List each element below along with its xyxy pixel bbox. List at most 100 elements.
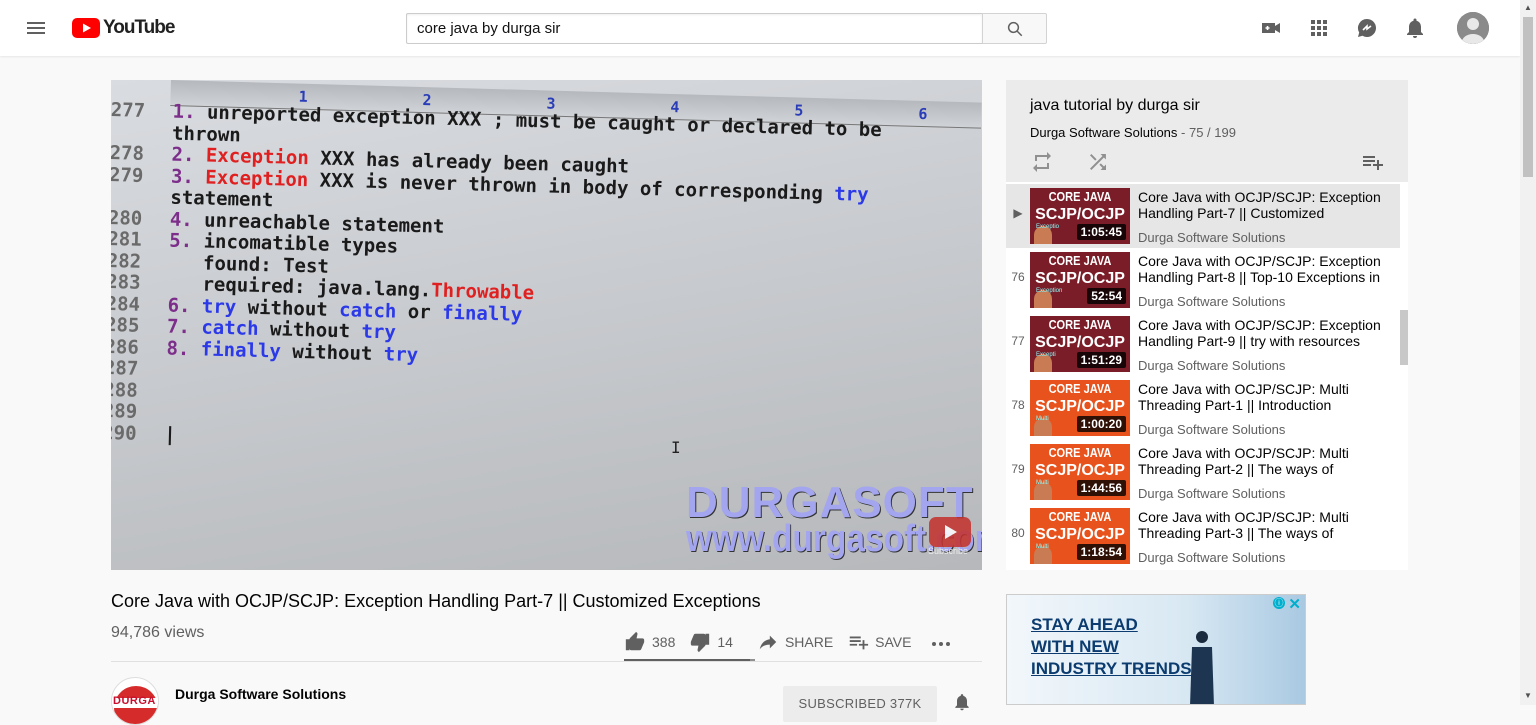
line-number: 283 bbox=[111, 270, 141, 294]
code-listing: 277 1. unreported exception XXX ; must be… bbox=[111, 99, 982, 467]
playlist-video-channel: Durga Software Solutions bbox=[1138, 230, 1286, 245]
like-count: 388 bbox=[652, 634, 676, 650]
playlist-items: ▶ CORE JAVA SCJP/OCJP Exceptio 1:05:45 Core J… bbox=[1006, 184, 1400, 568]
thumbnail-heading: CORE JAVA bbox=[1048, 445, 1112, 460]
playlist-item[interactable]: 77 CORE JAVA SCJP/OCJP Excepti 1:51:29 Core J… bbox=[1006, 312, 1400, 376]
playlist-item[interactable]: 78 CORE JAVA SCJP/OCJP Multi 1:00:20 Core Jav… bbox=[1006, 376, 1400, 440]
playlist-add-icon[interactable] bbox=[1360, 150, 1384, 174]
ad-line-2: WITH NEW bbox=[1031, 637, 1119, 656]
thumbnail-heading: CORE JAVA bbox=[1048, 381, 1112, 396]
code-token: 3. bbox=[170, 165, 206, 188]
code-token: finally bbox=[441, 301, 523, 326]
playlist-scroll-thumb[interactable] bbox=[1400, 310, 1408, 365]
page-scrollbar[interactable]: ▲ ▼ bbox=[1520, 0, 1536, 705]
messages-icon[interactable] bbox=[1355, 16, 1379, 40]
like-button[interactable]: 388 bbox=[624, 631, 675, 653]
thumbnail-tag: Multi bbox=[1036, 480, 1049, 486]
video-player[interactable]: 123456 277 1. unreported exception XXX ; … bbox=[111, 80, 982, 570]
video-thumbnail[interactable]: CORE JAVA SCJP/OCJP Multi 1:18:54 bbox=[1030, 508, 1130, 564]
line-number: 282 bbox=[111, 249, 142, 273]
playlist-video-title[interactable]: Core Java with OCJP/SCJP: Multi Threadin… bbox=[1138, 381, 1390, 413]
search-icon bbox=[1007, 21, 1022, 36]
video-duration: 1:44:56 bbox=[1076, 480, 1126, 496]
code-token: thrown bbox=[171, 122, 242, 146]
thumbnail-subheading: SCJP/OCJP bbox=[1035, 398, 1125, 415]
thumbnail-tag: Multi bbox=[1036, 416, 1049, 422]
playlist-index: 77 bbox=[1011, 334, 1025, 348]
ad-info-icon[interactable]: ⓘ bbox=[1273, 597, 1285, 609]
playlist-video-title[interactable]: Core Java with OCJP/SCJP: Multi Threadin… bbox=[1138, 445, 1390, 477]
playlist-video-title[interactable]: Core Java with OCJP/SCJP: Exception Hand… bbox=[1138, 253, 1390, 285]
more-actions-icon[interactable] bbox=[929, 630, 959, 654]
thumbnail-heading: CORE JAVA bbox=[1048, 189, 1112, 204]
share-button[interactable]: SHARE bbox=[757, 631, 833, 653]
scroll-down-icon[interactable]: ▼ bbox=[1524, 692, 1532, 700]
playlist-position: - 75 / 199 bbox=[1177, 125, 1236, 140]
channel-avatar[interactable]: DURGA bbox=[111, 677, 159, 725]
video-thumbnail[interactable]: CORE JAVA SCJP/OCJP Multi 1:44:56 bbox=[1030, 444, 1130, 500]
shuffle-icon[interactable] bbox=[1086, 150, 1110, 174]
subscribe-play-icon[interactable] bbox=[929, 517, 971, 547]
search-button[interactable] bbox=[982, 13, 1047, 44]
line-number: 285 bbox=[111, 313, 140, 337]
account-avatar[interactable] bbox=[1457, 12, 1489, 44]
code-token: 5. bbox=[169, 229, 204, 253]
playlist-header: java tutorial by durga sir Durga Softwar… bbox=[1006, 80, 1408, 182]
youtube-play-icon bbox=[72, 18, 100, 38]
code-token: | bbox=[163, 423, 177, 446]
text-cursor-icon: I bbox=[671, 438, 681, 457]
code-token: try bbox=[361, 320, 397, 344]
line-number: 278 bbox=[111, 141, 145, 165]
video-thumbnail[interactable]: CORE JAVA SCJP/OCJP Exception 52:54 bbox=[1030, 252, 1130, 308]
video-thumbnail[interactable]: CORE JAVA SCJP/OCJP Exceptio 1:05:45 bbox=[1030, 188, 1130, 244]
video-duration: 1:51:29 bbox=[1076, 352, 1126, 368]
ad-banner[interactable]: STAY AHEAD WITH NEW INDUSTRY TRENDS ⓘ ✕ bbox=[1006, 594, 1306, 705]
video-thumbnail[interactable]: CORE JAVA SCJP/OCJP Excepti 1:51:29 bbox=[1030, 316, 1130, 372]
view-count: 94,786 views bbox=[111, 624, 205, 641]
notifications-icon[interactable] bbox=[1403, 16, 1427, 40]
playlist-channel[interactable]: Durga Software Solutions bbox=[1030, 125, 1177, 140]
share-label: SHARE bbox=[784, 634, 834, 650]
playlist-item[interactable]: 80 CORE JAVA SCJP/OCJP Multi 1:18:54 Core Jav… bbox=[1006, 504, 1400, 568]
line-number: 289 bbox=[111, 399, 138, 423]
video-duration: 1:00:20 bbox=[1076, 416, 1126, 432]
line-number: 281 bbox=[111, 227, 142, 251]
playlist-video-title[interactable]: Core Java with OCJP/SCJP: Multi Threadin… bbox=[1138, 509, 1390, 541]
dislike-button[interactable]: 14 bbox=[689, 631, 733, 653]
playlist-add-icon bbox=[849, 636, 869, 650]
playlist-video-title[interactable]: Core Java with OCJP/SCJP: Exception Hand… bbox=[1138, 317, 1390, 349]
search-input[interactable]: core java by durga sir bbox=[406, 13, 982, 44]
menu-icon[interactable] bbox=[24, 16, 48, 40]
playlist-item[interactable]: 76 CORE JAVA SCJP/OCJP Exception 52:54 Core J… bbox=[1006, 248, 1400, 312]
page-scroll-thumb[interactable] bbox=[1523, 17, 1533, 177]
video-thumbnail[interactable]: CORE JAVA SCJP/OCJP Multi 1:00:20 bbox=[1030, 380, 1130, 436]
code-token: try bbox=[201, 294, 237, 318]
youtube-logo[interactable]: YouTube bbox=[72, 17, 175, 38]
video-title: Core Java with OCJP/SCJP: Exception Hand… bbox=[111, 591, 761, 611]
subscribe-watermark-label: Subscribe bbox=[928, 546, 969, 556]
playlist-video-channel: Durga Software Solutions bbox=[1138, 294, 1286, 309]
playlist-video-channel: Durga Software Solutions bbox=[1138, 358, 1286, 373]
playlist-video-title[interactable]: Core Java with OCJP/SCJP: Exception Hand… bbox=[1138, 189, 1390, 221]
save-button[interactable]: SAVE bbox=[847, 631, 911, 653]
ad-close-icon[interactable]: ✕ bbox=[1288, 595, 1301, 613]
subscribed-button[interactable]: SUBSCRIBED 377K bbox=[783, 686, 937, 722]
video-duration: 1:18:54 bbox=[1076, 544, 1126, 560]
video-camera-icon[interactable] bbox=[1259, 16, 1283, 40]
thumbnail-subheading: SCJP/OCJP bbox=[1035, 206, 1125, 223]
playlist-panel: java tutorial by durga sir Durga Softwar… bbox=[1006, 80, 1408, 570]
loop-icon[interactable] bbox=[1030, 150, 1054, 174]
apps-icon[interactable] bbox=[1307, 16, 1331, 40]
thumbnail-heading: CORE JAVA bbox=[1048, 253, 1112, 268]
video-duration: 52:54 bbox=[1087, 288, 1126, 304]
channel-name[interactable]: Durga Software Solutions bbox=[175, 686, 346, 702]
thumbnail-heading: CORE JAVA bbox=[1048, 317, 1112, 332]
scroll-up-icon[interactable]: ▲ bbox=[1524, 4, 1532, 12]
now-playing-icon: ▶ bbox=[1013, 206, 1023, 220]
playlist-item[interactable]: 79 CORE JAVA SCJP/OCJP Multi 1:44:56 Core Jav… bbox=[1006, 440, 1400, 504]
code-token: without bbox=[280, 340, 385, 365]
playlist-title[interactable]: java tutorial by durga sir bbox=[1030, 97, 1200, 115]
playlist-item[interactable]: ▶ CORE JAVA SCJP/OCJP Exceptio 1:05:45 Core J… bbox=[1006, 184, 1400, 248]
code-token: or bbox=[396, 300, 443, 324]
thumbnail-subheading: SCJP/OCJP bbox=[1035, 334, 1125, 351]
